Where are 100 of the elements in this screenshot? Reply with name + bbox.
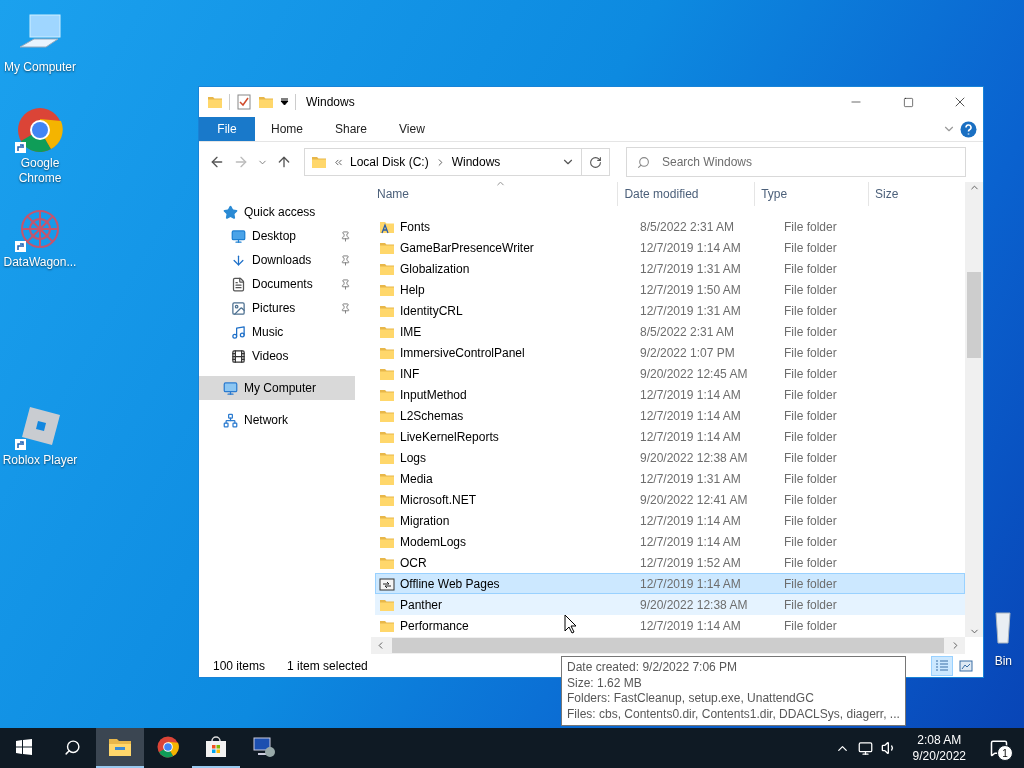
file-row[interactable]: Microsoft.NET 9/20/2022 12:41 AM File folder (375, 489, 965, 510)
column-header[interactable]: Name (371, 182, 619, 206)
date-modified: 12/7/2019 1:50 AM (640, 282, 741, 297)
mouse-pointer-icon (564, 614, 577, 634)
starburst-icon (18, 207, 62, 251)
nav-item[interactable]: Downloads (199, 248, 355, 272)
nav-item[interactable]: Music (199, 320, 355, 344)
horizontal-scrollbar[interactable] (371, 637, 965, 654)
nav-item[interactable]: Pictures (199, 296, 355, 320)
tooltip-line: Date created: 9/2/2022 7:06 PM (567, 660, 739, 676)
notification-icon (990, 739, 1008, 757)
ribbon-tab[interactable]: Home (255, 117, 319, 141)
file-row[interactable]: Performance 12/7/2019 1:14 AM File folder (375, 615, 965, 636)
date-modified: 12/7/2019 1:14 AM (640, 618, 741, 633)
file-row[interactable]: GameBarPresenceWriter 12/7/2019 1:14 AM File folder (375, 237, 965, 258)
nav-item[interactable]: Videos (199, 344, 355, 368)
file-type: File folder (784, 366, 837, 381)
file-name: Microsoft.NET (400, 492, 476, 507)
refresh-button[interactable] (582, 148, 610, 176)
file-row[interactable]: ImmersiveControlPanel 9/2/2022 1:07 PM File folder (375, 342, 965, 363)
date-modified: 12/7/2019 1:14 AM (640, 240, 741, 255)
clock[interactable]: 2:08 AM 9/20/2022 (912, 732, 966, 764)
column-header[interactable]: Type (755, 182, 870, 206)
address-bar[interactable]: Local Disk (C:) Windows (304, 148, 582, 176)
file-type: File folder (784, 345, 837, 360)
ribbon-tab[interactable]: View (383, 117, 441, 141)
search-icon (637, 155, 650, 169)
file-type: File folder (784, 450, 837, 465)
file-type: File folder (784, 324, 837, 339)
desktop-icon-label[interactable]: Bin (994, 654, 1012, 669)
file-type: File folder (784, 555, 837, 570)
file-row[interactable]: IdentityCRL 12/7/2019 1:31 AM File folder (375, 300, 965, 321)
file-row[interactable]: Panther 9/20/2022 12:38 AM File folder (375, 594, 965, 615)
file-name: IME (400, 324, 422, 339)
nav-item[interactable]: Documents (199, 272, 355, 296)
file-name: Migration (400, 513, 450, 528)
pin-icon (340, 278, 351, 290)
caret-icon[interactable] (280, 98, 289, 106)
computer-icon (223, 380, 238, 396)
file-row[interactable]: IME 8/5/2022 2:31 AM File folder (375, 321, 965, 342)
date-modified: 12/7/2019 1:31 AM (640, 261, 741, 276)
tooltip-line: Size: 1.62 MB (567, 675, 643, 691)
file-row[interactable]: Help 12/7/2019 1:50 AM File folder (375, 279, 965, 300)
recycle-bin-icon (995, 611, 1011, 645)
file-type: File folder (784, 513, 837, 528)
notification-count: 1 (997, 745, 1013, 761)
file-type: File folder (784, 408, 837, 423)
file-row[interactable]: OCR 12/7/2019 1:52 AM File folder (375, 552, 965, 573)
file-row[interactable]: ModemLogs 12/7/2019 1:14 AM File folder (375, 531, 965, 552)
file-name: Performance (400, 618, 469, 633)
date-modified: 8/5/2022 2:31 AM (640, 219, 735, 234)
file-row[interactable]: Globalization 12/7/2019 1:31 AM File folder (375, 258, 965, 279)
breadcrumb[interactable]: Windows (451, 155, 501, 169)
vertical-scrollbar[interactable] (965, 182, 983, 637)
column-header[interactable]: Size (869, 182, 965, 206)
scroll-thumb[interactable] (967, 272, 981, 358)
file-row[interactable]: Media 12/7/2019 1:31 AM File folder (375, 468, 965, 489)
notifications-button[interactable]: 1 (982, 728, 1016, 768)
file-type: File folder (784, 240, 837, 255)
file-row[interactable]: Logs 9/20/2022 12:38 AM File folder (375, 447, 965, 468)
search-field[interactable]: Search Windows (626, 147, 966, 177)
file-explorer-button[interactable] (96, 728, 144, 768)
file-tab[interactable]: File (199, 117, 255, 141)
pin-icon (340, 254, 351, 266)
file-row[interactable]: LiveKernelReports 12/7/2019 1:14 AM File folder (375, 426, 965, 447)
file-type: File folder (784, 261, 837, 276)
file-name: Fonts (400, 219, 430, 234)
folder-icon (207, 94, 223, 110)
file-row[interactable]: Offline Web Pages 12/7/2019 1:14 AM File folder (375, 573, 965, 594)
date-modified: 12/7/2019 1:14 AM (640, 429, 741, 444)
search-input[interactable]: Search Windows (660, 154, 955, 170)
date-modified: 9/20/2022 12:38 AM (640, 450, 748, 465)
file-row[interactable]: InputMethod 12/7/2019 1:14 AM File folder (375, 384, 965, 405)
scroll-thumb[interactable] (392, 638, 944, 653)
tooltip-line: Files: cbs, Contents0.dir, Contents1.dir, DDACLSys, diagerr, ... (567, 706, 900, 722)
breadcrumb[interactable]: Local Disk (C:) (350, 155, 429, 169)
file-row[interactable]: INF 9/20/2022 12:45 AM File folder (375, 363, 965, 384)
document-icon (231, 276, 246, 292)
nav-item[interactable]: My Computer (199, 376, 355, 400)
details-view-button[interactable] (931, 655, 953, 676)
ribbon-tab[interactable]: Share (319, 117, 384, 141)
nav-item[interactable]: Quick access (199, 200, 355, 224)
star-icon (223, 204, 238, 220)
file-explorer-icon (108, 737, 132, 757)
file-name: Globalization (400, 261, 470, 276)
properties-icon[interactable] (236, 94, 252, 110)
nav-item[interactable]: Desktop (199, 224, 355, 248)
date-modified: 12/7/2019 1:14 AM (640, 576, 741, 591)
file-row[interactable]: Fonts 8/5/2022 2:31 AM File folder (375, 216, 965, 237)
nav-item[interactable]: Network (199, 408, 355, 432)
column-header[interactable]: Date modified (618, 182, 756, 206)
refresh-icon (589, 155, 602, 169)
file-row[interactable]: L2Schemas 12/7/2019 1:14 AM File folder (375, 405, 965, 426)
list-icon (935, 659, 949, 672)
date-modified: 12/7/2019 1:14 AM (640, 387, 741, 402)
file-name: LiveKernelReports (400, 429, 499, 444)
date-modified: 12/7/2019 1:31 AM (640, 471, 741, 486)
new-folder-icon (258, 94, 274, 110)
date-modified: 12/7/2019 1:31 AM (640, 303, 741, 318)
file-row[interactable]: Migration 12/7/2019 1:14 AM File folder (375, 510, 965, 531)
